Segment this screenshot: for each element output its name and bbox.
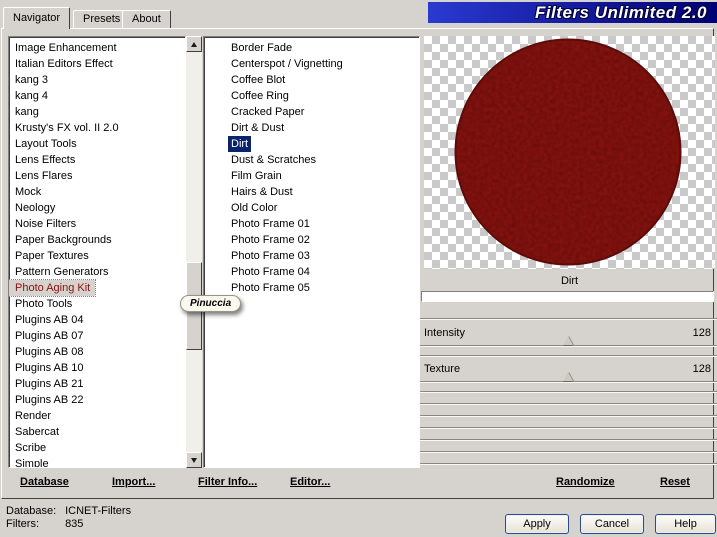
category-item[interactable]: Image Enhancement — [9, 40, 185, 56]
scroll-up-button[interactable] — [186, 36, 202, 52]
filter-item[interactable]: Film Grain — [228, 168, 285, 184]
category-item[interactable]: Plugins AB 10 — [9, 360, 185, 376]
filters-unlimited-window: Navigator Presets About Filters Unlimite… — [0, 0, 717, 537]
category-item[interactable]: kang 3 — [9, 72, 185, 88]
category-scrollbar[interactable] — [186, 36, 202, 468]
cancel-button[interactable]: Cancel — [580, 514, 644, 534]
category-item[interactable]: Scribe — [9, 440, 185, 456]
status-filters-value: 835 — [65, 518, 84, 530]
filter-item[interactable]: Dirt & Dust — [228, 120, 287, 136]
window-title: Filters Unlimited 2.0 — [534, 2, 707, 22]
category-item[interactable]: kang 4 — [9, 88, 185, 104]
divider — [420, 391, 717, 393]
slider-intensity-thumb[interactable] — [563, 336, 573, 345]
divider — [420, 403, 717, 405]
import-button[interactable]: Import... — [112, 476, 155, 488]
category-item[interactable]: Layout Tools — [9, 136, 185, 152]
preview-progressbar — [421, 291, 714, 302]
filter-item[interactable]: Border Fade — [228, 40, 295, 56]
divider — [420, 463, 717, 465]
filter-item[interactable]: Photo Frame 04 — [228, 264, 313, 280]
filter-list[interactable]: Border Fade Centerspot / Vignetting Coffee… — [203, 36, 420, 468]
divider — [420, 415, 717, 417]
preview-image — [454, 38, 682, 266]
tab-about[interactable]: About — [122, 10, 171, 28]
filter-item[interactable]: Dust & Scratches — [228, 152, 319, 168]
editor-button[interactable]: Editor... — [290, 476, 330, 488]
divider — [420, 451, 717, 453]
category-item[interactable]: Render — [9, 408, 185, 424]
category-item[interactable]: Lens Flares — [9, 168, 185, 184]
tab-about-label: About — [132, 13, 161, 25]
apply-button[interactable]: Apply — [505, 514, 569, 534]
filter-item[interactable]: Coffee Ring — [228, 88, 292, 104]
filter-item[interactable]: Photo Frame 01 — [228, 216, 313, 232]
status-database-value: ICNET-Filters — [65, 505, 132, 517]
reset-button[interactable]: Reset — [660, 476, 690, 488]
randomize-button[interactable]: Randomize — [556, 476, 615, 488]
category-list[interactable]: Image Enhancement Italian Editors Effect k… — [8, 36, 186, 468]
category-item[interactable]: Plugins AB 22 — [9, 392, 185, 408]
slider-texture-track[interactable] — [420, 381, 717, 383]
arrow-down-icon — [191, 457, 197, 463]
category-item[interactable]: Pattern Generators — [9, 264, 185, 280]
category-item[interactable]: Noise Filters — [9, 216, 185, 232]
scroll-down-button[interactable] — [186, 452, 202, 468]
preview-area[interactable] — [424, 36, 715, 269]
help-button[interactable]: Help — [655, 514, 716, 534]
category-item[interactable]: Krusty's FX vol. II 2.0 — [9, 120, 185, 136]
filter-item[interactable]: Centerspot / Vignetting — [228, 56, 346, 72]
filter-item[interactable]: Dirt — [228, 136, 252, 152]
status-filters: Filters: 835 — [6, 518, 83, 530]
filter-info-button[interactable]: Filter Info... — [198, 476, 257, 488]
filter-item[interactable]: Hairs & Dust — [228, 184, 296, 200]
status-database-label: Database: — [6, 505, 57, 517]
filter-item[interactable]: Coffee Blot — [228, 72, 288, 88]
title-bar: Filters Unlimited 2.0 — [428, 2, 717, 23]
category-item[interactable]: Plugins AB 21 — [9, 376, 185, 392]
filter-item[interactable]: Cracked Paper — [228, 104, 307, 120]
category-item[interactable]: Italian Editors Effect — [9, 56, 185, 72]
preview-caption: Dirt — [560, 275, 579, 287]
filter-item[interactable]: Photo Frame 05 — [228, 280, 313, 296]
divider — [420, 318, 717, 320]
category-item[interactable]: Paper Textures — [9, 248, 185, 264]
divider — [420, 439, 717, 441]
category-item[interactable]: Neology — [9, 200, 185, 216]
divider — [420, 427, 717, 429]
database-button[interactable]: Database — [20, 476, 69, 488]
category-item[interactable]: Mock — [9, 184, 185, 200]
category-item[interactable]: Paper Backgrounds — [9, 232, 185, 248]
tab-navigator-label: Navigator — [13, 12, 61, 24]
category-item[interactable]: Lens Effects — [9, 152, 185, 168]
filter-item[interactable]: Photo Frame 03 — [228, 248, 313, 264]
status-database: Database: ICNET-Filters — [6, 505, 131, 517]
filter-item[interactable]: Photo Frame 02 — [228, 232, 313, 248]
status-filters-label: Filters: — [6, 518, 39, 530]
arrow-up-icon — [191, 41, 197, 47]
tab-navigator[interactable]: Navigator — [3, 7, 71, 29]
filter-item[interactable]: Old Color — [228, 200, 280, 216]
category-item[interactable]: Plugins AB 07 — [9, 328, 185, 344]
slider-texture-thumb[interactable] — [563, 372, 573, 381]
category-item[interactable]: Plugins AB 04 — [9, 312, 185, 328]
category-item[interactable]: Sabercat — [9, 424, 185, 440]
divider — [420, 355, 717, 357]
category-item[interactable]: kang — [9, 104, 185, 120]
slider-intensity-track[interactable] — [420, 345, 717, 347]
category-item[interactable]: Simple — [9, 456, 185, 467]
tab-presets-label: Presets — [83, 13, 121, 25]
watermark-pinuccia: Pinuccia — [180, 295, 242, 312]
category-item[interactable]: Plugins AB 08 — [9, 344, 185, 360]
category-item[interactable]: Photo Aging Kit — [9, 279, 97, 297]
category-item[interactable]: Photo Tools — [9, 296, 185, 312]
